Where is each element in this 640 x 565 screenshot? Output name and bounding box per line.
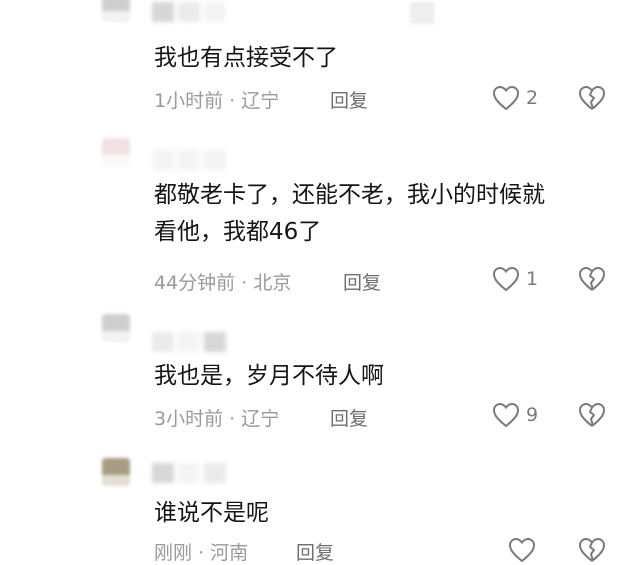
username-blurred[interactable] bbox=[152, 463, 226, 483]
heart-outline-icon bbox=[508, 537, 536, 563]
like-button[interactable]: 9 bbox=[492, 402, 538, 428]
like-button[interactable]: 2 bbox=[492, 85, 538, 111]
comment-location: 辽宁 bbox=[241, 408, 280, 430]
comment-meta: 44分钟前 · 北京 bbox=[154, 268, 291, 295]
comment-time: 44分钟前 bbox=[154, 272, 236, 294]
comment-location: 北京 bbox=[253, 272, 292, 294]
like-button[interactable]: 1 bbox=[492, 266, 538, 292]
heart-outline-icon bbox=[492, 266, 520, 292]
comment-time: 3小时前 bbox=[154, 408, 224, 430]
dislike-button[interactable] bbox=[578, 85, 606, 111]
heart-outline-icon bbox=[492, 402, 520, 428]
reply-button[interactable]: 回复 bbox=[343, 268, 381, 295]
avatar[interactable] bbox=[102, 458, 130, 486]
like-count: 2 bbox=[526, 87, 539, 109]
comment-location: 辽宁 bbox=[241, 90, 280, 112]
comment-text: 我也有点接受不了 bbox=[154, 45, 338, 71]
broken-heart-icon bbox=[578, 266, 606, 292]
meta-separator: · bbox=[229, 408, 236, 430]
comment-meta: 3小时前 · 辽宁 bbox=[154, 404, 279, 431]
like-button[interactable] bbox=[508, 537, 536, 563]
broken-heart-icon bbox=[578, 537, 606, 563]
comment-text: 都敬老卡了，还能不老，我小的时候就 看他，我都46了 bbox=[154, 182, 545, 245]
username-blurred[interactable] bbox=[152, 2, 226, 22]
username-blurred[interactable] bbox=[152, 332, 226, 352]
comment-text: 我也是，岁月不待人啊 bbox=[154, 363, 384, 389]
reply-button[interactable]: 回复 bbox=[330, 404, 368, 431]
comment-text: 谁说不是呢 bbox=[154, 500, 269, 526]
like-count: 1 bbox=[526, 268, 539, 290]
comment-time: 刚刚 bbox=[154, 542, 193, 564]
meta-separator: · bbox=[241, 272, 248, 294]
avatar[interactable] bbox=[102, 0, 130, 22]
dislike-button[interactable] bbox=[578, 402, 606, 428]
comment-time: 1小时前 bbox=[154, 90, 224, 112]
dislike-button[interactable] bbox=[578, 266, 606, 292]
comment-meta: 1小时前 · 辽宁 bbox=[154, 86, 279, 113]
avatar[interactable] bbox=[102, 138, 130, 166]
broken-heart-icon bbox=[578, 402, 606, 428]
heart-outline-icon bbox=[492, 85, 520, 111]
like-count: 9 bbox=[526, 404, 539, 426]
reply-button[interactable]: 回复 bbox=[330, 86, 368, 113]
meta-separator: · bbox=[229, 90, 236, 112]
meta-separator: · bbox=[198, 542, 205, 564]
comment-location: 河南 bbox=[210, 542, 249, 564]
blurred-element bbox=[410, 2, 434, 24]
avatar[interactable] bbox=[102, 314, 130, 342]
dislike-button[interactable] bbox=[578, 537, 606, 563]
username-blurred[interactable] bbox=[152, 150, 226, 170]
broken-heart-icon bbox=[578, 85, 606, 111]
